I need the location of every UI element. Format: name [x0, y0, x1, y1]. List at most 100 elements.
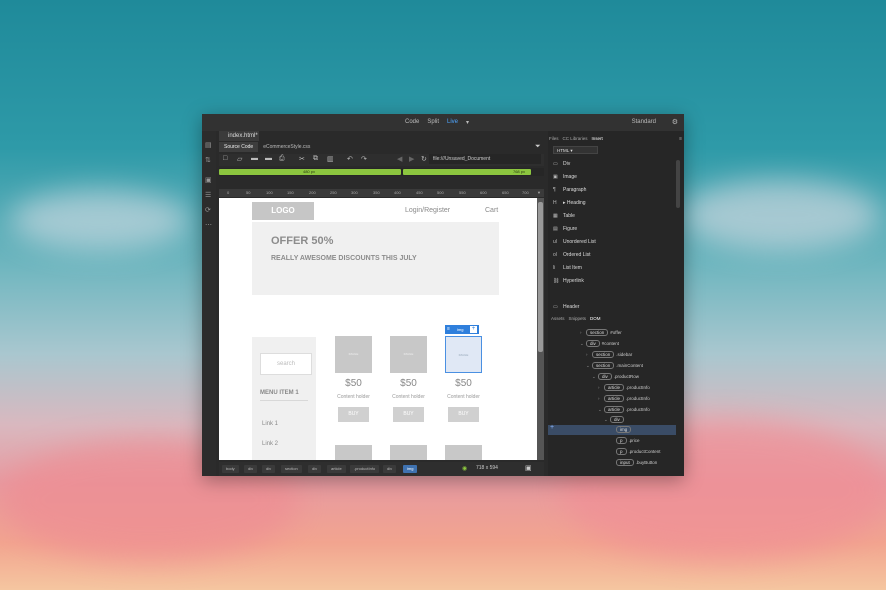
plus-icon[interactable]: +	[470, 326, 477, 333]
breadcrumb[interactable]: .productInfo	[350, 465, 380, 473]
forward-icon[interactable]: ▶	[409, 155, 414, 163]
document-tab[interactable]: index.html*	[219, 131, 259, 141]
product-image-selected[interactable]: IMAGE	[445, 336, 482, 373]
breadcrumb[interactable]: div	[308, 465, 322, 473]
ruler-tick: 500	[437, 190, 444, 195]
product-price: $50	[455, 378, 472, 389]
ruler-tick: 650	[502, 190, 509, 195]
paste-icon[interactable]: ▥	[327, 155, 334, 163]
media-query-480-label: 480 px	[302, 169, 315, 174]
cart-link[interactable]: Cart	[485, 207, 498, 214]
window-size-select[interactable]: 718 x 594	[476, 465, 498, 471]
save-all-icon[interactable]: ▬	[265, 155, 272, 162]
new-file-icon[interactable]: □	[223, 155, 227, 162]
document-toolbar: □ ▱ ▬ ▬ ⎙ ✂ ⧉ ▥ ↶ ↷ ◀ ▶ ↻ file:///Unsave…	[219, 154, 544, 166]
login-register-link[interactable]: Login/Register	[405, 207, 450, 214]
scrollbar-thumb[interactable]	[538, 202, 543, 352]
file-icon[interactable]: ▤	[205, 141, 212, 149]
more-icon[interactable]: ⋯	[205, 221, 212, 229]
ruler-tick: 700	[522, 190, 529, 195]
save-icon[interactable]: ▬	[251, 155, 258, 162]
media-query-bar: 480 px 768 px	[219, 168, 544, 176]
product-image[interactable]	[445, 445, 482, 460]
breadcrumb[interactable]: div	[262, 465, 276, 473]
ruler-tick: 0	[227, 190, 230, 195]
breadcrumb-active[interactable]: img	[403, 465, 418, 473]
ruler-tick: 200	[309, 190, 316, 195]
divider	[260, 400, 308, 401]
element-tag-label: img	[457, 327, 464, 332]
ruler-tick: 550	[459, 190, 466, 195]
ruler-tick: 250	[330, 190, 337, 195]
code-view-button[interactable]: Code	[405, 119, 419, 126]
product-content: Content holder	[447, 394, 480, 400]
buy-button[interactable]: BUY	[448, 407, 479, 422]
gear-icon[interactable]: ⚙	[672, 118, 678, 126]
tab-source-code[interactable]: Source Code	[219, 142, 259, 152]
ruler-handle[interactable]: ▼	[537, 190, 541, 195]
split-view-button[interactable]: Split	[427, 119, 439, 126]
document-url[interactable]: file:///Unsaved_Document	[433, 156, 490, 162]
related-files-bar: Source Code eCommerceStyle.css	[219, 142, 315, 152]
cloud	[10, 190, 190, 250]
workspace-select[interactable]: Standard	[632, 119, 656, 125]
product-price: $50	[400, 378, 417, 389]
sidebar-link-1[interactable]: Link 1	[262, 421, 278, 427]
logo[interactable]: LOGO	[252, 202, 314, 220]
product-image[interactable]: IMAGE	[390, 336, 427, 373]
tab-css-file[interactable]: eCommerceStyle.css	[258, 142, 315, 152]
preview-icon[interactable]: ▣	[525, 464, 532, 472]
search-input[interactable]: search	[260, 353, 312, 375]
product-price: $50	[345, 378, 362, 389]
offer-title: OFFER 50%	[271, 235, 334, 247]
ruler-tick: 450	[416, 190, 423, 195]
ruler-tick: 600	[480, 190, 487, 195]
ruler: 0 50 100 150 200 250 300 350 400 450 500…	[219, 189, 544, 197]
sidebar-link-2[interactable]: Link 2	[262, 441, 278, 447]
breadcrumb[interactable]: section	[281, 465, 302, 473]
tag-selector-bar: body div div section div article .produc…	[219, 462, 544, 476]
filter-icon[interactable]: ⏷	[535, 143, 541, 151]
product-image[interactable]: IMAGE	[335, 336, 372, 373]
cut-icon[interactable]: ✂	[299, 155, 305, 163]
format-icon[interactable]: ☰	[205, 191, 211, 199]
ruler-tick: 150	[287, 190, 294, 195]
ruler-tick: 400	[394, 190, 401, 195]
element-tag-hud[interactable]: ≡ img +	[445, 325, 479, 334]
menu-icon[interactable]: ≡	[447, 326, 450, 332]
product-image[interactable]	[390, 445, 427, 460]
menu-item[interactable]: MENU ITEM 1	[260, 390, 299, 396]
product-content: Content holder	[392, 394, 425, 400]
live-view-canvas: LOGO Login/Register Cart OFFER 50% REALL…	[219, 198, 537, 460]
media-query-768-label: 768 px	[512, 169, 525, 174]
undo-icon[interactable]: ↶	[347, 155, 353, 163]
ruler-tick: 100	[266, 190, 273, 195]
live-view-button[interactable]: Live	[447, 119, 458, 126]
dreamweaver-window: Code Split Live ▾ Standard ⚙ ▤ ⇅ ▣ ☰ ⟳ ⋯…	[202, 114, 684, 476]
chevron-down-icon[interactable]: ▾	[466, 119, 469, 126]
buy-button[interactable]: BUY	[338, 407, 369, 422]
wrap-icon[interactable]: ⟳	[205, 206, 211, 214]
print-icon[interactable]: ⎙	[279, 155, 285, 163]
refresh-icon[interactable]: ↻	[421, 155, 427, 163]
sort-icon[interactable]: ⇅	[205, 156, 211, 164]
left-toolbar: ▤ ⇅ ▣ ☰ ⟳ ⋯	[202, 131, 216, 476]
breadcrumb[interactable]: div	[244, 465, 258, 473]
canvas-scrollbar[interactable]	[537, 198, 544, 460]
back-icon[interactable]: ◀	[397, 155, 402, 163]
breadcrumb[interactable]: div	[383, 465, 397, 473]
check-icon: ◉	[462, 466, 468, 472]
redo-icon[interactable]: ↷	[361, 155, 367, 163]
open-icon[interactable]: ▱	[237, 155, 242, 163]
buy-button[interactable]: BUY	[393, 407, 424, 422]
right-panel	[548, 131, 684, 476]
inspect-icon[interactable]: ▣	[205, 176, 212, 184]
offer-subtitle: REALLY AWESOME DISCOUNTS THIS JULY	[271, 255, 417, 262]
view-switcher: Code Split Live ▾	[405, 119, 469, 126]
ruler-tick: 300	[351, 190, 358, 195]
product-image[interactable]	[335, 445, 372, 460]
copy-icon[interactable]: ⧉	[313, 155, 318, 163]
breadcrumb[interactable]: article	[327, 465, 346, 473]
cloud	[680, 180, 880, 250]
breadcrumb[interactable]: body	[222, 465, 239, 473]
